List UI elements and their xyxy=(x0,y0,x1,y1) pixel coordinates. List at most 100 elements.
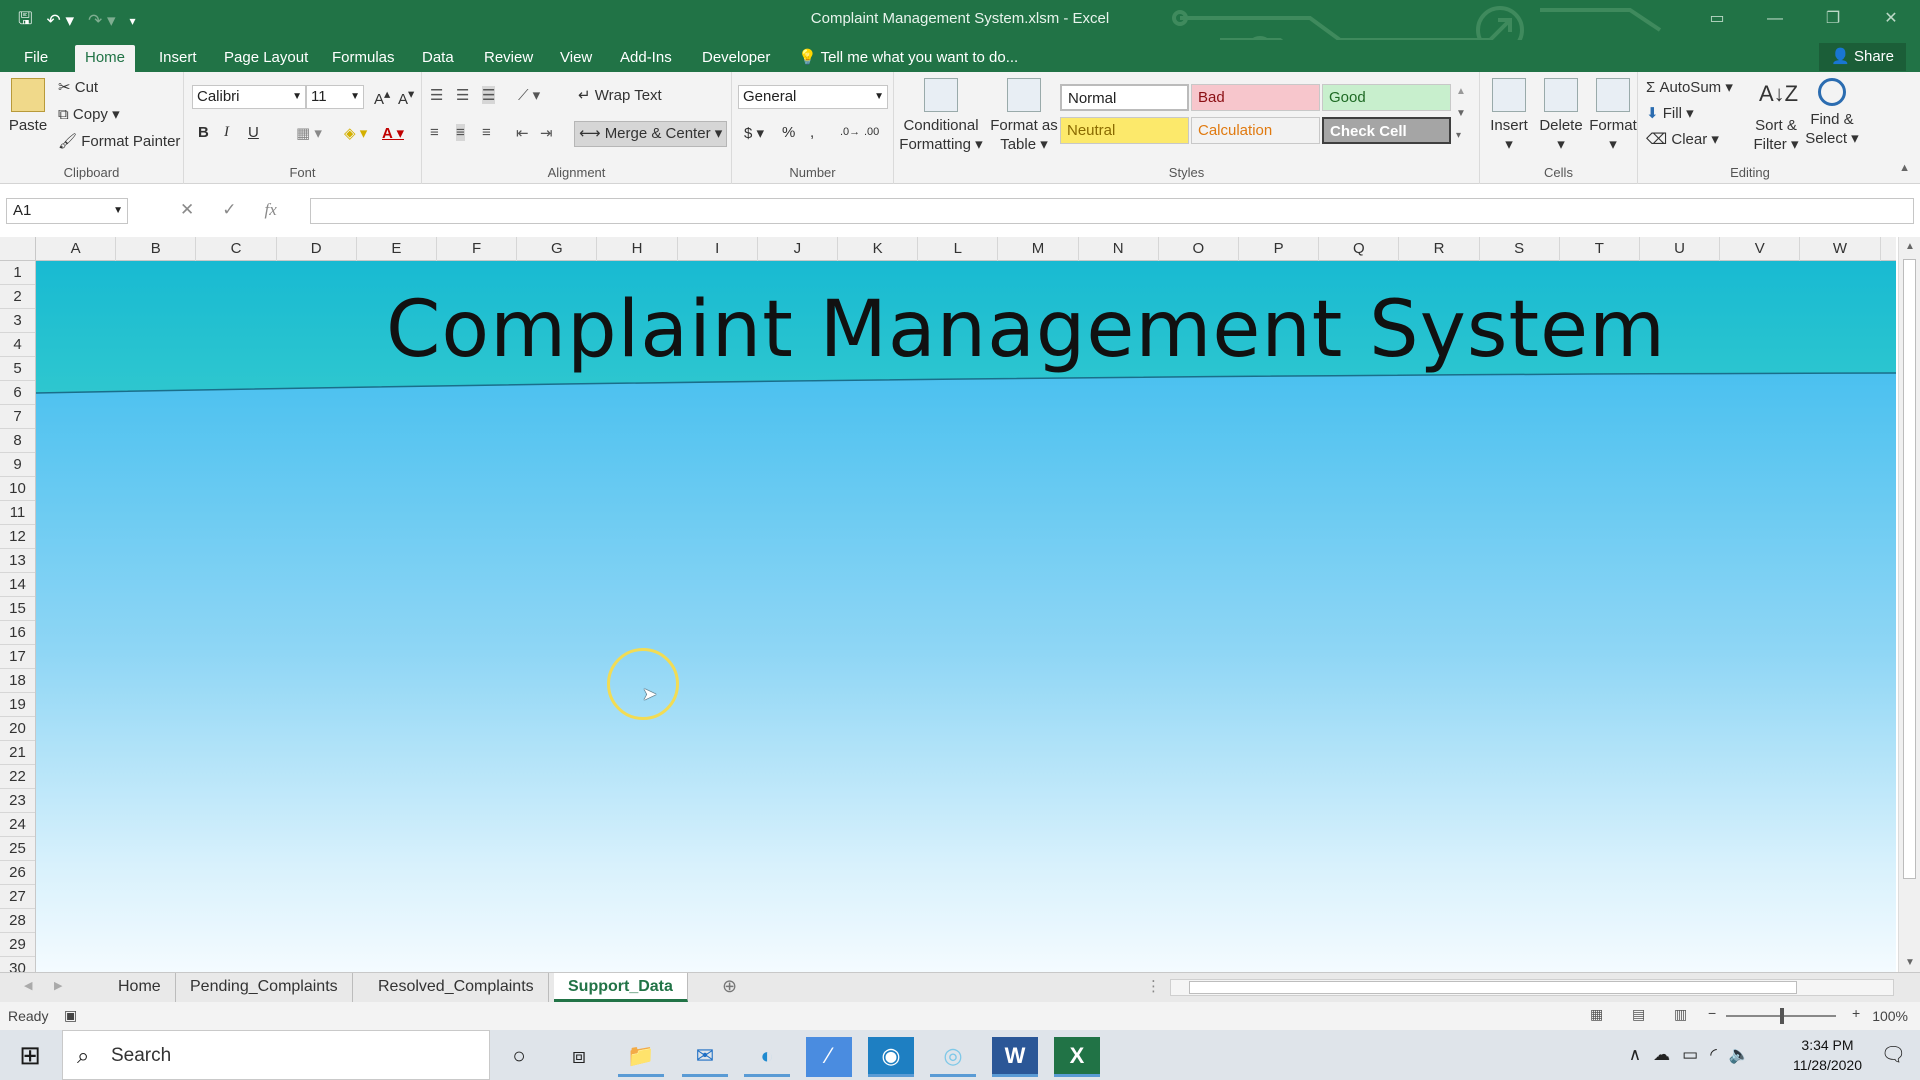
horizontal-scrollbar[interactable] xyxy=(1170,979,1894,996)
row-header[interactable]: 24 xyxy=(0,813,35,837)
row-header[interactable]: 3 xyxy=(0,309,35,333)
new-sheet-icon[interactable]: ⊕ xyxy=(722,976,737,997)
column-header[interactable]: U xyxy=(1640,237,1721,261)
format-as-table-button[interactable]: Format as Table ▾ xyxy=(986,78,1062,154)
column-header[interactable]: V xyxy=(1720,237,1801,261)
windows-start-icon[interactable]: ⊞ xyxy=(0,1030,60,1080)
row-header[interactable]: 6 xyxy=(0,381,35,405)
zoom-level[interactable]: 100% xyxy=(1872,1008,1908,1024)
normal-view-icon[interactable]: ▦ xyxy=(1590,1006,1603,1023)
column-header[interactable]: E xyxy=(357,237,437,261)
sheet-tab-pending-complaints[interactable]: Pending_Complaints xyxy=(176,973,353,1002)
tab-formulas[interactable]: Formulas xyxy=(322,45,405,72)
row-header[interactable]: 27 xyxy=(0,885,35,909)
column-header[interactable]: D xyxy=(277,237,357,261)
mail-icon[interactable]: ✉ xyxy=(682,1037,728,1077)
onedrive-icon[interactable]: ☁ xyxy=(1653,1045,1670,1065)
row-header[interactable]: 21 xyxy=(0,741,35,765)
tab-page-layout[interactable]: Page Layout xyxy=(214,45,318,72)
row-header[interactable]: 20 xyxy=(0,717,35,741)
sheet-tab-home[interactable]: Home xyxy=(104,973,176,1002)
zoom-slider-thumb[interactable] xyxy=(1780,1008,1784,1024)
increase-indent-icon[interactable]: ⇥ xyxy=(540,124,553,142)
row-header[interactable]: 19 xyxy=(0,693,35,717)
currency-button[interactable]: $ ▾ xyxy=(744,124,764,142)
column-header[interactable]: I xyxy=(678,237,758,261)
column-header[interactable]: P xyxy=(1239,237,1320,261)
vertical-scrollbar[interactable]: ▲ ▼ xyxy=(1898,237,1920,972)
borders-icon[interactable]: ▦ ▾ xyxy=(296,124,322,142)
tell-me-box[interactable]: 💡 Tell me what you want to do... xyxy=(798,45,1018,71)
zoom-out-icon[interactable]: − xyxy=(1708,1005,1716,1021)
column-header[interactable]: Q xyxy=(1319,237,1400,261)
row-header[interactable]: 1 xyxy=(0,261,35,285)
collapse-ribbon-icon[interactable]: ▲ xyxy=(1899,162,1910,174)
delete-cells-button[interactable]: Delete ▾ xyxy=(1536,78,1586,154)
number-format-select[interactable]: General ▼ xyxy=(738,85,888,109)
font-name-select[interactable]: Calibri ▼ xyxy=(192,85,306,109)
capture-icon[interactable]: ◎ xyxy=(930,1037,976,1077)
clear-button[interactable]: ⌫ Clear ▾ xyxy=(1646,130,1719,148)
prev-sheet-icon[interactable]: ◀ xyxy=(24,979,32,992)
wrap-text-button[interactable]: ↵ Wrap Text xyxy=(578,86,662,104)
tab-review[interactable]: Review xyxy=(474,45,543,72)
fill-button[interactable]: ⬇ Fill ▾ xyxy=(1646,104,1694,122)
clock[interactable]: 3:34 PM 11/28/2020 xyxy=(1793,1035,1862,1075)
row-header[interactable]: 23 xyxy=(0,789,35,813)
sort-filter-button[interactable]: A↓Z Sort & Filter ▾ xyxy=(1750,78,1802,154)
find-select-button[interactable]: Find & Select ▾ xyxy=(1804,78,1860,148)
close-icon[interactable]: ✕ xyxy=(1862,0,1920,40)
column-header[interactable]: G xyxy=(517,237,598,261)
style-normal[interactable]: Normal xyxy=(1060,84,1189,111)
excel-icon[interactable]: X xyxy=(1054,1037,1100,1077)
decrease-decimal-icon[interactable]: .00 xyxy=(864,126,879,138)
styles-scroll-down-icon[interactable]: ▼ xyxy=(1456,108,1466,119)
tab-insert[interactable]: Insert xyxy=(149,45,207,72)
row-header[interactable]: 14 xyxy=(0,573,35,597)
style-calculation[interactable]: Calculation xyxy=(1191,117,1320,144)
percent-button[interactable]: % xyxy=(782,124,795,141)
increase-decimal-icon[interactable]: .0→ xyxy=(840,126,860,138)
select-all-corner[interactable] xyxy=(0,237,36,261)
next-sheet-icon[interactable]: ▶ xyxy=(54,979,62,992)
autosum-button[interactable]: Σ AutoSum ▾ xyxy=(1646,78,1733,96)
style-neutral[interactable]: Neutral xyxy=(1060,117,1189,144)
volume-icon[interactable]: 🔈 xyxy=(1729,1045,1750,1065)
chevron-up-icon[interactable]: ∧ xyxy=(1629,1045,1641,1065)
scroll-up-icon[interactable]: ▲ xyxy=(1899,241,1920,252)
vertical-scroll-thumb[interactable] xyxy=(1903,259,1916,879)
cancel-icon[interactable]: ✕ xyxy=(180,200,194,220)
styles-scroll-up-icon[interactable]: ▲ xyxy=(1456,86,1466,97)
tab-add-ins[interactable]: Add-Ins xyxy=(610,45,682,72)
style-bad[interactable]: Bad xyxy=(1191,84,1320,111)
row-header[interactable]: 26 xyxy=(0,861,35,885)
column-header[interactable]: S xyxy=(1480,237,1560,261)
page-break-view-icon[interactable]: ▥ xyxy=(1674,1006,1687,1023)
column-header[interactable]: H xyxy=(597,237,678,261)
cortana-icon[interactable]: ○ xyxy=(496,1037,542,1077)
row-header[interactable]: 25 xyxy=(0,837,35,861)
shrink-font-icon[interactable]: A▾ xyxy=(398,86,414,108)
sheet-tab-resolved-complaints[interactable]: Resolved_Complaints xyxy=(364,973,549,1002)
align-center-icon[interactable]: ≡ xyxy=(456,124,465,141)
format-cells-button[interactable]: Format ▾ xyxy=(1588,78,1638,154)
edge-icon[interactable]: ◐ xyxy=(744,1037,790,1077)
bottom-align-icon[interactable]: ☰ xyxy=(482,86,496,104)
comma-button[interactable]: , xyxy=(810,124,814,141)
row-header[interactable]: 16 xyxy=(0,621,35,645)
column-header[interactable]: C xyxy=(196,237,277,261)
underline-button[interactable]: U xyxy=(248,124,259,141)
row-header[interactable]: 2 xyxy=(0,285,35,309)
tab-home[interactable]: Home xyxy=(75,45,136,72)
styles-more-icon[interactable]: ▾ xyxy=(1456,130,1461,141)
battery-icon[interactable]: ▭ xyxy=(1682,1045,1698,1065)
paste-button[interactable]: Paste xyxy=(6,78,50,135)
column-header[interactable]: M xyxy=(998,237,1079,261)
share-button[interactable]: 👤 Share xyxy=(1819,43,1906,71)
tab-data[interactable]: Data xyxy=(412,45,464,72)
row-header[interactable]: 13 xyxy=(0,549,35,573)
column-header[interactable]: W xyxy=(1800,237,1881,261)
column-header[interactable]: F xyxy=(437,237,518,261)
enter-icon[interactable]: ✓ xyxy=(222,200,236,220)
column-header[interactable]: O xyxy=(1159,237,1239,261)
